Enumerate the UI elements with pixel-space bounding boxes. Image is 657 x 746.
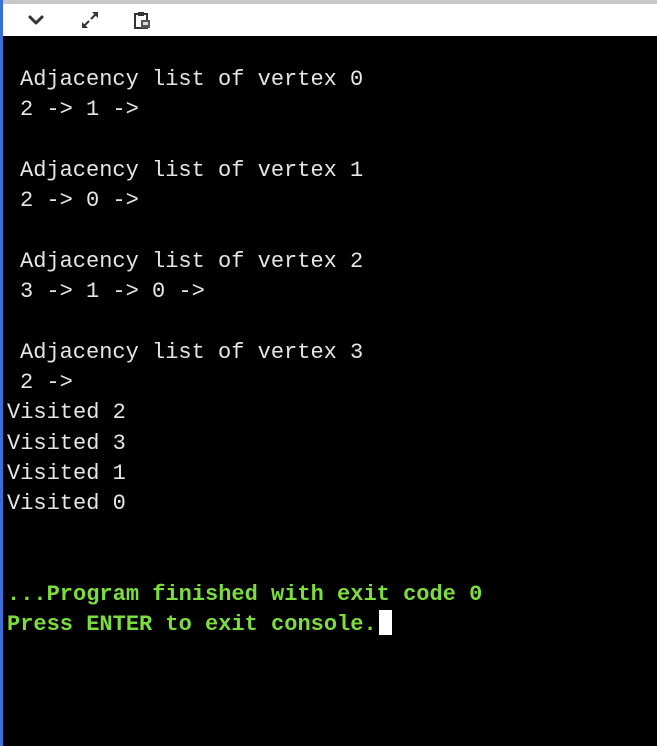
console-line: Visited 3 bbox=[7, 430, 126, 456]
console-line: Visited 0 bbox=[7, 491, 126, 517]
exit-prompt-line: Press ENTER to exit console. bbox=[3, 610, 657, 640]
console-line: Adjacency list of vertex 3 bbox=[20, 339, 364, 365]
console-line: Adjacency list of vertex 0 bbox=[20, 67, 364, 92]
console-toolbar bbox=[3, 0, 657, 36]
clipboard-save-icon[interactable] bbox=[130, 8, 154, 32]
finish-message: ...Program finished with exit code 0 bbox=[7, 582, 483, 608]
expand-arrows-icon[interactable] bbox=[78, 8, 102, 32]
console-output[interactable]: Adjacency list of vertex 0 2 -> 1 -> Adjac… bbox=[3, 36, 657, 746]
console-line: Adjacency list of vertex 1 bbox=[20, 157, 364, 183]
console-line: 2 -> bbox=[20, 369, 73, 395]
output-lines: Adjacency list of vertex 0 2 -> 1 -> Adjac… bbox=[3, 65, 657, 580]
text-cursor bbox=[378, 610, 392, 636]
console-line: Visited 1 bbox=[7, 460, 126, 486]
chevron-down-icon[interactable] bbox=[24, 8, 48, 32]
console-line: Adjacency list of vertex 2 bbox=[20, 248, 364, 274]
console-line: Visited 2 bbox=[7, 400, 126, 426]
console-line: 3 -> 1 -> 0 -> bbox=[20, 279, 205, 305]
exit-prompt: Press ENTER to exit console. bbox=[7, 612, 377, 638]
console-line: 2 -> 1 -> bbox=[20, 97, 139, 123]
console-line: 2 -> 0 -> bbox=[20, 188, 139, 214]
console-window: Adjacency list of vertex 0 2 -> 1 -> Adjac… bbox=[0, 0, 657, 746]
